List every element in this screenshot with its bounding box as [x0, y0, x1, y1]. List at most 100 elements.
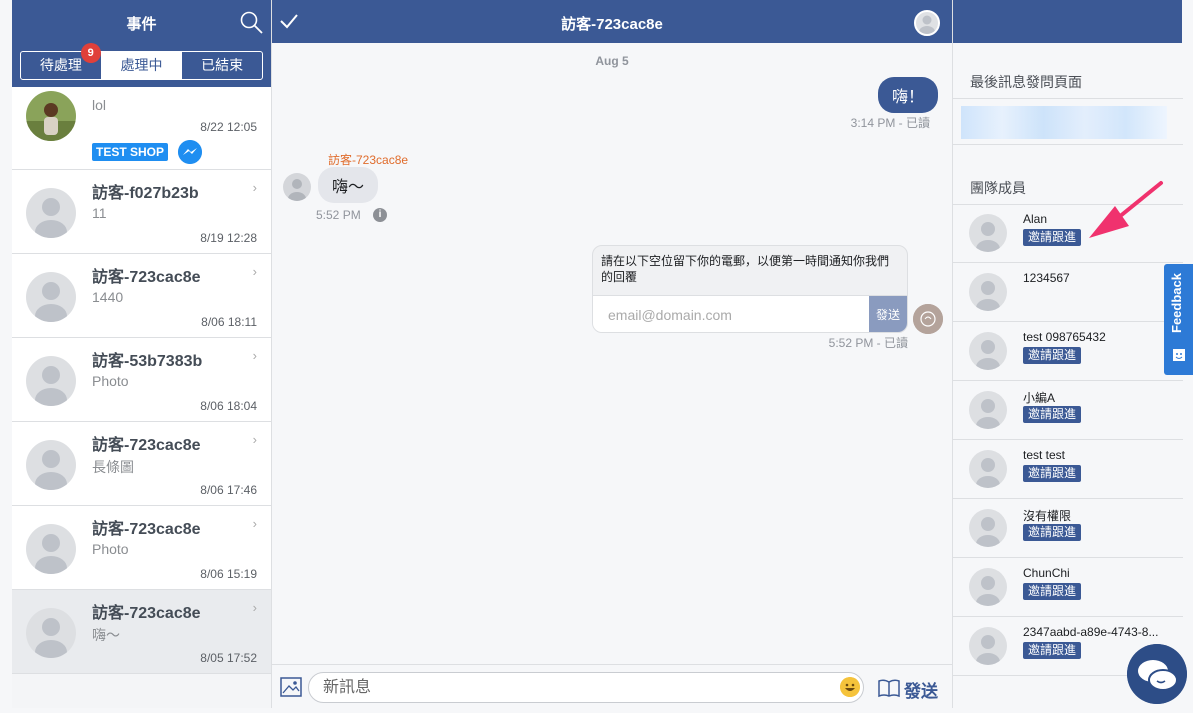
- member-name: Alan: [1023, 212, 1048, 226]
- member-avatar: [969, 214, 1007, 252]
- member-avatar: [969, 391, 1007, 429]
- team-member: test test 邀請跟進: [953, 440, 1183, 499]
- conversation-preview: 長條圖: [92, 459, 134, 475]
- team-member: ChunChi 邀請跟進: [953, 558, 1183, 617]
- last-page-title: 最後訊息發問頁面: [970, 74, 1082, 90]
- invite-follow-button[interactable]: 邀請跟進: [1023, 583, 1082, 600]
- member-avatar: [969, 450, 1007, 488]
- email-send-button[interactable]: 發送: [869, 296, 907, 332]
- member-avatar: [969, 509, 1007, 547]
- app: 事件 待處理 9 處理中 已結束 lol 8/22 12:05 TEST SHO…: [0, 0, 1193, 713]
- details-header: [953, 0, 1182, 43]
- sender-avatar: [283, 173, 311, 201]
- conversation-preview: Photo: [92, 373, 129, 389]
- conversation-item[interactable]: 訪客-723cac8e › 1440 8/06 18:11: [12, 254, 271, 338]
- chevron-right-icon: ›: [252, 180, 257, 195]
- visitor-avatar[interactable]: [914, 10, 940, 36]
- feedback-label: Feedback: [1169, 273, 1184, 333]
- conversation-item[interactable]: 訪客-53b7383b › Photo 8/06 18:04: [12, 338, 271, 422]
- chevron-right-icon: ›: [252, 600, 257, 615]
- conversation-preview: 11: [92, 205, 107, 221]
- conversation-time: 8/05 17:52: [200, 651, 257, 665]
- chat-header: 訪客-723cac8e: [272, 0, 952, 43]
- conversation-item[interactable]: 訪客-f027b23b › 11 8/19 12:28: [12, 170, 271, 254]
- email-capture-text: 請在以下空位留下你的電郵，以便第一時間通知你我們的回覆: [601, 254, 890, 284]
- search-icon[interactable]: [239, 10, 265, 36]
- chat-title: 訪客-723cac8e: [561, 16, 663, 33]
- invite-follow-button[interactable]: 邀請跟進: [1023, 524, 1082, 541]
- image-icon[interactable]: [280, 677, 302, 697]
- conversation-list: lol 8/22 12:05 TEST SHOP 訪客-f027b23b › 1…: [12, 87, 271, 675]
- member-avatar: [969, 273, 1007, 311]
- conversation-item-selected[interactable]: 訪客-723cac8e › 嗨～ 8/05 17:52: [12, 590, 271, 674]
- avatar: [26, 608, 76, 658]
- chevron-right-icon: ›: [252, 432, 257, 447]
- member-avatar: [969, 332, 1007, 370]
- team-title: 團隊成員: [970, 180, 1026, 196]
- message-meta: 5:52 PM - 已讀: [828, 336, 908, 350]
- message-input[interactable]: 新訊息: [308, 672, 864, 703]
- conversation-preview: 嗨～: [92, 627, 120, 643]
- conversation-preview: lol: [92, 97, 107, 113]
- tab-closed[interactable]: 已結束: [181, 52, 262, 79]
- conversation-name: 訪客-723cac8e: [92, 605, 201, 622]
- invite-follow-button[interactable]: 邀請跟進: [1023, 465, 1082, 482]
- conversation-panel-header: 事件 待處理 9 處理中 已結束: [12, 0, 271, 87]
- member-name: ChunChi: [1023, 566, 1070, 580]
- conversation-time: 8/19 12:28: [200, 231, 257, 245]
- conversation-item[interactable]: 訪客-723cac8e › 長條圖 8/06 17:46: [12, 422, 271, 506]
- date-separator: Aug 5: [595, 54, 629, 68]
- avatar: [26, 440, 76, 490]
- conversation-name: 訪客-f027b23b: [92, 185, 199, 202]
- team-member: test 098765432 邀請跟進: [953, 322, 1183, 381]
- chevron-right-icon: ›: [252, 264, 257, 279]
- chevron-right-icon: ›: [252, 348, 257, 363]
- conversation-name: 訪客-723cac8e: [92, 521, 201, 538]
- bot-avatar: [913, 304, 943, 334]
- invite-follow-button[interactable]: 邀請跟進: [1023, 229, 1082, 246]
- panel-title: 事件: [126, 16, 157, 33]
- tab-in-progress[interactable]: 處理中: [100, 52, 182, 79]
- send-button[interactable]: 發送: [904, 677, 938, 702]
- book-icon[interactable]: [877, 678, 901, 698]
- avatar: [26, 272, 76, 322]
- member-avatar: [969, 568, 1007, 606]
- smiley-icon: [1173, 349, 1185, 361]
- email-field[interactable]: email@domain.com: [593, 296, 869, 332]
- feedback-tab[interactable]: Feedback: [1164, 264, 1193, 375]
- member-name: 2347aabd-a89e-4743-8...: [1023, 625, 1159, 639]
- conversation-item[interactable]: 訪客-723cac8e › Photo 8/06 15:19: [12, 506, 271, 590]
- divider: [953, 98, 1183, 99]
- conversation-time: 8/06 17:46: [200, 483, 257, 497]
- sender-name: 訪客-723cac8e: [328, 153, 409, 167]
- member-avatar: [969, 627, 1007, 665]
- message-meta: 3:14 PM - 已讀: [850, 116, 930, 130]
- pending-count-badge: 9: [80, 43, 101, 63]
- avatar: [26, 524, 76, 574]
- chat-bubble-icon[interactable]: [1127, 644, 1187, 704]
- invite-follow-button[interactable]: 邀請跟進: [1023, 347, 1082, 364]
- emoji-icon[interactable]: [840, 677, 860, 697]
- conversation-time: 8/06 15:19: [200, 567, 257, 581]
- conversation-time: 8/22 12:05: [200, 120, 257, 134]
- arrow-annotation-icon: [1089, 181, 1163, 238]
- incoming-message: 嗨～: [318, 167, 379, 203]
- chevron-right-icon: ›: [252, 516, 257, 531]
- team-member: 小編A 邀請跟進: [953, 381, 1183, 440]
- conversation-item[interactable]: lol 8/22 12:05 TEST SHOP: [12, 87, 271, 170]
- page-tag: TEST SHOP: [92, 143, 169, 161]
- tab-pending[interactable]: 待處理 9: [21, 43, 101, 79]
- conversation-time: 8/06 18:11: [201, 315, 257, 329]
- member-name: 沒有權限: [1023, 509, 1072, 523]
- team-member: 1234567: [953, 263, 1183, 322]
- member-name: 1234567: [1023, 271, 1070, 285]
- member-name: 小編A: [1023, 391, 1056, 405]
- invite-follow-button[interactable]: 邀請跟進: [1023, 406, 1082, 423]
- conversation-name: 訪客-53b7383b: [92, 353, 203, 370]
- message-meta: 5:52 PM: [316, 208, 361, 222]
- photo-avatar: [26, 91, 76, 141]
- invite-follow-button[interactable]: 邀請跟進: [1023, 642, 1082, 659]
- conversation-name: 訪客-723cac8e: [92, 269, 201, 286]
- avatar: [26, 356, 76, 406]
- info-icon[interactable]: i: [373, 208, 387, 222]
